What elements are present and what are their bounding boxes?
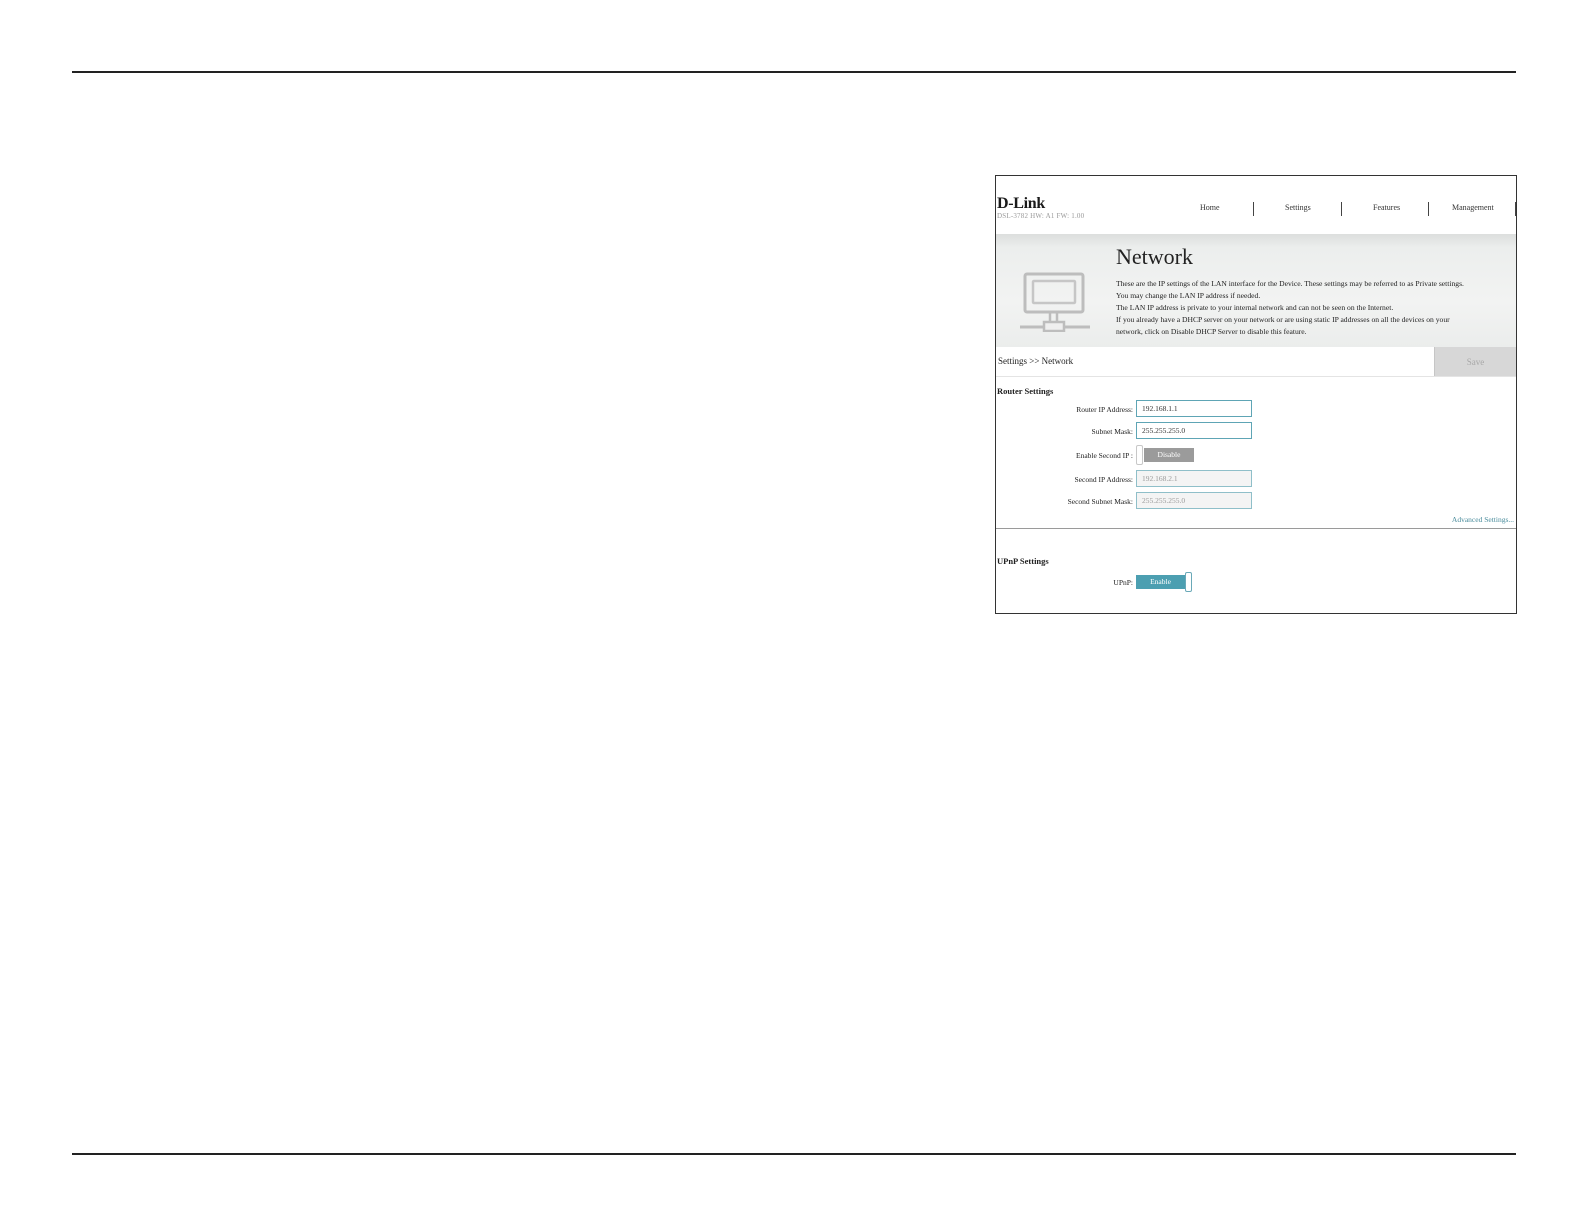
nav-separator	[1428, 202, 1429, 216]
router-ip-label: Router IP Address:	[1076, 405, 1133, 414]
upnp-label: UPnP:	[1113, 578, 1133, 587]
enable-second-ip-label: Enable Second IP :	[1075, 451, 1133, 460]
description-line: These are the IP settings of the LAN int…	[1116, 279, 1464, 288]
breadcrumb: Settings >> Network	[998, 356, 1074, 366]
toggle-knob	[1136, 445, 1143, 465]
toggle-knob	[1185, 572, 1192, 592]
subnet-mask-label: Subnet Mask:	[1091, 427, 1133, 436]
advanced-settings-link[interactable]: Advanced Settings...	[1452, 515, 1514, 524]
second-ip-input: 192.168.2.1	[1136, 470, 1252, 487]
section-divider	[996, 528, 1516, 529]
description-line: network, click on Disable DHCP Server to…	[1116, 327, 1307, 336]
nav-separator	[1515, 202, 1516, 216]
second-ip-label: Second IP Address:	[1074, 475, 1133, 484]
page-title: Network	[1116, 244, 1193, 269]
second-subnet-label: Second Subnet Mask:	[1067, 497, 1133, 506]
nav-management[interactable]: Management	[1452, 203, 1494, 212]
page-banner: Network These are the IP settings of the…	[996, 234, 1516, 347]
router-ip-input[interactable]: 192.168.1.1	[1136, 400, 1252, 417]
save-button[interactable]: Save	[1434, 347, 1516, 376]
network-computer-icon	[1020, 272, 1090, 332]
upnp-settings-title: UPnP Settings	[997, 556, 1049, 566]
nav-settings[interactable]: Settings	[1285, 203, 1311, 212]
breadcrumb-bar: Settings >> Network Save	[996, 347, 1516, 377]
description-line: The LAN IP address is private to your in…	[1116, 303, 1394, 312]
router-ui-screenshot: D-Link DSL-3782 HW: A1 FW: 1.00 Home Set…	[995, 175, 1517, 614]
toggle-state: Disable	[1144, 448, 1194, 462]
header-bar: D-Link DSL-3782 HW: A1 FW: 1.00 Home Set…	[996, 176, 1516, 234]
page-description: These are the IP settings of the LAN int…	[1116, 278, 1511, 338]
nav-separator	[1253, 202, 1254, 216]
nav-separator	[1341, 202, 1342, 216]
toggle-state: Enable	[1136, 575, 1185, 589]
main-nav: Home Settings Features Management	[996, 202, 1516, 217]
page-top-rule	[72, 71, 1516, 73]
page-bottom-rule	[72, 1153, 1516, 1155]
subnet-mask-input[interactable]: 255.255.255.0	[1136, 422, 1252, 439]
second-subnet-input: 255.255.255.0	[1136, 492, 1252, 509]
description-line: If you already have a DHCP server on you…	[1116, 315, 1450, 324]
router-settings-title: Router Settings	[997, 386, 1054, 396]
nav-features[interactable]: Features	[1373, 203, 1400, 212]
description-line: You may change the LAN IP address if nee…	[1116, 291, 1261, 300]
nav-home[interactable]: Home	[1200, 203, 1220, 212]
